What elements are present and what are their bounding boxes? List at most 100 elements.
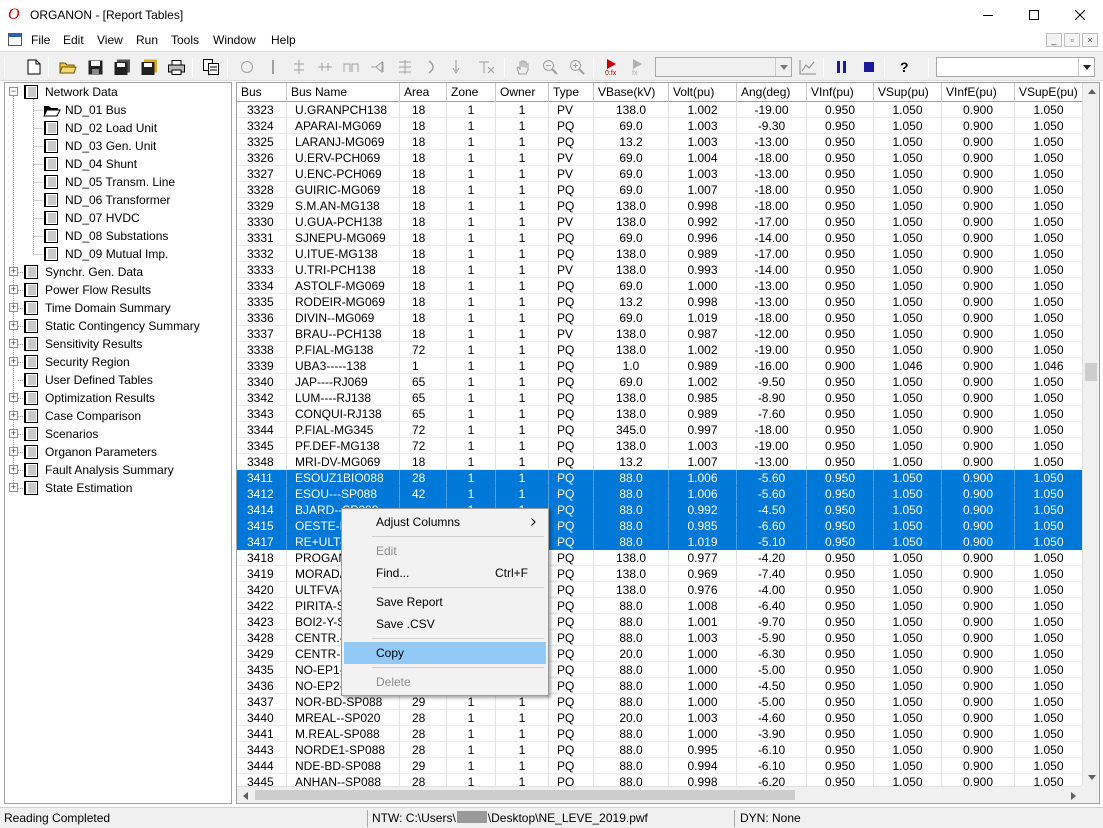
fx-disabled-icon[interactable]: fx <box>627 56 649 78</box>
menu-help[interactable]: Help <box>271 33 296 47</box>
table-row[interactable]: 3329 S.M.AN-MG138 18 1 1 PQ 138.0 0.998 -18.00 0.… <box>237 198 1083 214</box>
tree-item[interactable]: ND_01 Bus <box>65 101 126 119</box>
tree-item[interactable]: State Estimation <box>45 479 132 497</box>
tree-expander-icon[interactable]: − <box>9 87 18 96</box>
tree-item[interactable]: Security Region <box>45 353 130 371</box>
column-header[interactable]: VBase(kV) <box>594 83 669 102</box>
table-row[interactable]: 3338 P.FIAL-MG138 72 1 1 PQ 138.0 1.002 -19.00 0.… <box>237 342 1083 358</box>
table-row[interactable]: 3411 ESOUZ1BIO088 28 1 1 PQ 88.0 1.006 -5.60 0.95… <box>237 470 1083 486</box>
table-row[interactable]: 3345 PF.DEF-MG138 72 1 1 PQ 138.0 1.003 -19.00 0.… <box>237 438 1083 454</box>
document-window-icon[interactable] <box>8 33 22 46</box>
table-row[interactable]: 3335 RODEIR-MG069 18 1 1 PQ 13.2 0.998 -13.00 0.9… <box>237 294 1083 310</box>
minimize-button[interactable] <box>965 0 1011 30</box>
tree-item[interactable]: Fault Analysis Summary <box>45 461 174 479</box>
table-row[interactable]: 3344 P.FIAL-MG345 72 1 1 PQ 345.0 0.997 -18.00 0.… <box>237 422 1083 438</box>
arc-icon[interactable] <box>421 56 443 78</box>
menu-item-save-csv[interactable]: Save .CSV <box>344 613 546 635</box>
table-row[interactable]: 3437 NOR-BD-SP088 29 1 1 PQ 88.0 1.000 -5.00 0.95… <box>237 694 1083 710</box>
table-row[interactable]: 3348 MRI-DV-MG069 18 1 1 PQ 13.2 1.007 -13.00 0.9… <box>237 454 1083 470</box>
horizontal-scrollbar[interactable] <box>237 786 1082 803</box>
mdi-restore-button[interactable]: ▫ <box>1064 33 1080 47</box>
tree-item[interactable]: Network Data <box>45 83 118 101</box>
shunt-icon[interactable] <box>367 56 389 78</box>
tree-item[interactable]: User Defined Tables <box>45 371 153 389</box>
column-header[interactable]: VInfE(pu) <box>942 83 1015 102</box>
menu-item-save-report[interactable]: Save Report <box>344 591 546 613</box>
save-all-icon[interactable] <box>111 56 133 78</box>
table-row[interactable]: 3324 APARAI-MG069 18 1 1 PQ 69.0 1.003 -9.30 0.95… <box>237 118 1083 134</box>
open-folder-icon[interactable] <box>57 56 79 78</box>
arrow-down-icon[interactable] <box>448 56 470 78</box>
menu-view[interactable]: View <box>97 33 123 47</box>
tree-item[interactable]: ND_08 Substations <box>65 227 168 245</box>
tree-expander-icon[interactable]: + <box>9 465 18 474</box>
column-header[interactable]: VInf(pu) <box>807 83 874 102</box>
table-row[interactable]: 3328 GUIRIC-MG069 18 1 1 PQ 69.0 1.007 -18.00 0.9… <box>237 182 1083 198</box>
table-row[interactable]: 3330 U.GUA-PCH138 18 1 1 PV 138.0 0.992 -17.00 0.… <box>237 214 1083 230</box>
menu-edit[interactable]: Edit <box>63 33 84 47</box>
horizontal-scroll-thumb[interactable] <box>255 790 795 800</box>
column-header[interactable]: Type <box>549 83 594 102</box>
tree-expander-icon[interactable]: + <box>9 267 18 276</box>
tree-item[interactable]: ND_02 Load Unit <box>65 119 157 137</box>
mdi-minimize-button[interactable]: _ <box>1046 33 1062 47</box>
mdi-close-button[interactable]: × <box>1082 33 1098 47</box>
vertical-scroll-thumb[interactable] <box>1085 363 1097 381</box>
scroll-right-icon[interactable] <box>1065 787 1082 803</box>
column-header[interactable]: VSupE(pu) <box>1015 83 1083 102</box>
tree-expander-icon[interactable]: + <box>9 357 18 366</box>
tree-expander-icon[interactable]: + <box>9 393 18 402</box>
vertical-scrollbar[interactable] <box>1082 83 1099 786</box>
chart-icon[interactable] <box>797 56 819 78</box>
tree-item[interactable]: ND_05 Transm. Line <box>65 173 175 191</box>
tree-expander-icon[interactable]: + <box>9 429 18 438</box>
tree-expander-icon[interactable]: + <box>9 447 18 456</box>
tree-item[interactable]: Time Domain Summary <box>45 299 171 317</box>
table-row[interactable]: 3332 U.ITUE-MG138 18 1 1 PQ 138.0 0.989 -17.00 0.… <box>237 246 1083 262</box>
close-button[interactable] <box>1057 0 1103 30</box>
zoom-out-icon[interactable] <box>539 56 561 78</box>
table-row[interactable]: 3334 ASTOLF-MG069 18 1 1 PQ 69.0 1.000 -13.00 0.9… <box>237 278 1083 294</box>
pause-icon[interactable] <box>831 56 853 78</box>
tree-item[interactable]: ND_03 Gen. Unit <box>65 137 156 155</box>
scroll-down-icon[interactable] <box>1083 769 1099 786</box>
tree-item[interactable]: ND_09 Mutual Imp. <box>65 245 168 263</box>
menu-item-adjust-columns[interactable]: Adjust Columns <box>344 511 546 533</box>
scroll-up-icon[interactable] <box>1083 83 1099 100</box>
tree-expander-icon[interactable]: + <box>9 411 18 420</box>
column-header[interactable]: Volt(pu) <box>669 83 737 102</box>
load-icon[interactable] <box>394 56 416 78</box>
table-row[interactable]: 3325 LARANJ-MG069 18 1 1 PQ 13.2 1.003 -13.00 0.9… <box>237 134 1083 150</box>
copy-icon[interactable] <box>200 56 222 78</box>
tree-expander-icon[interactable]: + <box>9 321 18 330</box>
tree-item[interactable]: Static Contingency Summary <box>45 317 200 335</box>
table-row[interactable]: 3343 CONQUI-RJ138 65 1 1 PQ 138.0 0.989 -7.60 0.9… <box>237 406 1083 422</box>
circle-icon[interactable] <box>236 56 258 78</box>
table-row[interactable]: 3339 UBA3-----138 1 1 1 PQ 1.0 0.989 -16.00 0.900… <box>237 358 1083 374</box>
menu-tools[interactable]: Tools <box>171 33 199 47</box>
column-header[interactable]: VSup(pu) <box>874 83 942 102</box>
table-row[interactable]: 3340 JAP----RJ069 65 1 1 PQ 69.0 1.002 -9.50 0.95… <box>237 374 1083 390</box>
table-row[interactable]: 3441 M.REAL-SP088 28 1 1 PQ 88.0 1.000 -3.90 0.95… <box>237 726 1083 742</box>
column-header[interactable]: Bus Name <box>287 83 400 102</box>
table-row[interactable]: 3333 U.TRI-PCH138 18 1 1 PV 138.0 0.993 -14.00 0.… <box>237 262 1083 278</box>
menu-file[interactable]: File <box>31 33 50 47</box>
table-row[interactable]: 3331 SJNEPU-MG069 18 1 1 PQ 69.0 0.996 -14.00 0.9… <box>237 230 1083 246</box>
print-icon[interactable] <box>165 56 187 78</box>
text-icon[interactable] <box>476 56 498 78</box>
tree-item[interactable]: ND_07 HVDC <box>65 209 140 227</box>
help-icon[interactable]: ? <box>893 56 915 78</box>
table-row[interactable]: 3444 NDE-BD-SP088 29 1 1 PQ 88.0 0.994 -6.10 0.95… <box>237 758 1083 774</box>
tree-item[interactable]: Synchr. Gen. Data <box>45 263 143 281</box>
maximize-button[interactable] <box>1011 0 1057 30</box>
tree-item[interactable]: Power Flow Results <box>45 281 151 299</box>
tree-item[interactable]: ND_06 Transformer <box>65 191 170 209</box>
table-row[interactable]: 3412 ESOU---SP088 42 1 1 PQ 88.0 1.006 -5.60 0.95… <box>237 486 1083 502</box>
search-combo[interactable] <box>936 57 1095 77</box>
column-header[interactable]: Bus <box>237 83 287 102</box>
tree-item[interactable]: Organon Parameters <box>45 443 157 461</box>
table-row[interactable]: 3326 U.ERV-PCH069 18 1 1 PV 69.0 1.004 -18.00 0.9… <box>237 150 1083 166</box>
menu-window[interactable]: Window <box>213 33 256 47</box>
transformer-icon[interactable] <box>340 56 362 78</box>
new-document-icon[interactable] <box>23 56 45 78</box>
